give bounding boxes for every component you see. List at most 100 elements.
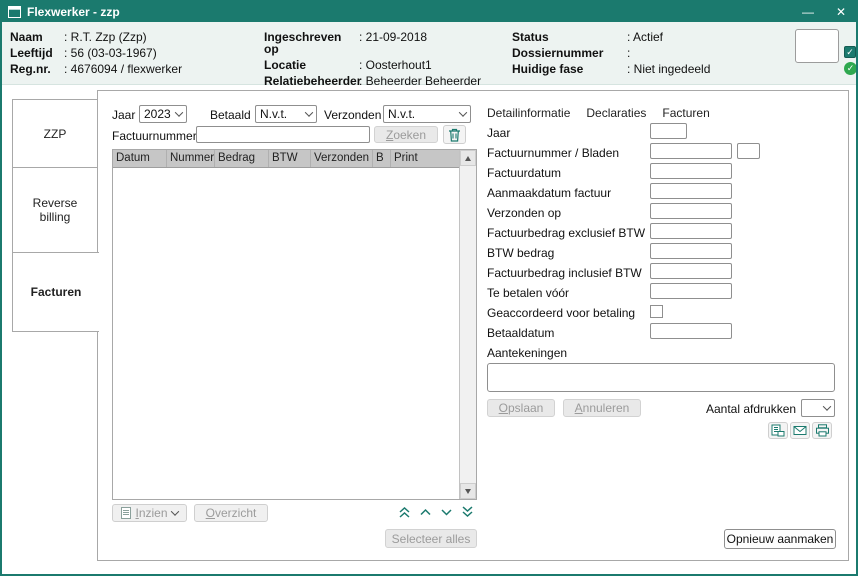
photo-placeholder: [795, 29, 839, 63]
overzicht-button[interactable]: Overzicht: [194, 504, 268, 522]
table-body[interactable]: [113, 168, 459, 499]
status-label: Status: [512, 31, 627, 43]
leeftijd-value: : 56 (03-03-1967): [64, 47, 157, 59]
betaald-select[interactable]: N.v.t.: [255, 105, 317, 123]
bedrag-excl-input[interactable]: [650, 223, 732, 239]
field-label-bedrag-excl: Factuurbedrag exclusief BTW: [487, 226, 645, 240]
next-record-button[interactable]: [440, 505, 453, 519]
header-column-1: Naam: R.T. Zzp (Zzp) Leeftijd: 56 (03-03…: [10, 31, 182, 75]
verzonden-filter-label: Verzonden: [324, 108, 381, 122]
aantal-afdrukken-select[interactable]: [801, 399, 835, 417]
email-button[interactable]: [790, 422, 810, 439]
delete-button[interactable]: [443, 125, 466, 144]
aantekeningen-textarea[interactable]: [487, 363, 835, 392]
field-label-verzonden-op: Verzonden op: [487, 206, 561, 220]
column-print[interactable]: Print: [391, 150, 459, 167]
printer-icon: [815, 424, 830, 437]
table-scrollbar[interactable]: [459, 150, 476, 499]
jaar-select[interactable]: 2023: [139, 105, 187, 123]
tab-facturen[interactable]: Facturen: [12, 252, 99, 332]
header-column-3: Status: Actief Dossiernummer: Huidige fa…: [512, 31, 710, 75]
opnieuw-aanmaken-button[interactable]: Opnieuw aanmaken: [724, 529, 836, 549]
opslaan-label: Opslaan: [499, 401, 544, 415]
tab-zzp[interactable]: ZZP: [12, 99, 98, 168]
column-verzonden[interactable]: Verzonden: [311, 150, 373, 167]
selecteer-alles-label: Selecteer alles: [392, 532, 471, 546]
column-datum[interactable]: Datum: [113, 150, 167, 167]
verzonden-select-value: N.v.t.: [388, 107, 415, 121]
jaar-input[interactable]: [650, 123, 687, 139]
field-label-geaccordeerd: Geaccordeerd voor betaling: [487, 306, 635, 320]
scroll-down-button[interactable]: [460, 483, 476, 499]
field-label-te-betalen-voor: Te betalen vóór: [487, 286, 569, 300]
triangle-up-icon: [465, 156, 471, 161]
relatiebeheerder-label: Relatiebeheerder: [264, 75, 359, 87]
column-btw[interactable]: BTW: [269, 150, 311, 167]
print-document-button[interactable]: [768, 422, 788, 439]
chevron-down-icon: [305, 108, 313, 116]
annuleren-button[interactable]: Annuleren: [563, 399, 641, 417]
factuurnummer-input[interactable]: [650, 143, 732, 159]
factuurnummer-search-input[interactable]: [196, 126, 370, 143]
naam-label: Naam: [10, 31, 64, 43]
factuurnummer-filter-label: Factuurnummer: [112, 129, 197, 143]
inzien-label: Inzien: [135, 506, 167, 520]
tab-reverse-billing[interactable]: Reverse billing: [12, 167, 98, 253]
bladen-input[interactable]: [737, 143, 760, 159]
betaaldatum-input[interactable]: [650, 323, 732, 339]
header-row: Ingeschreven op: 21-09-2018: [264, 31, 481, 55]
tab-declaraties[interactable]: Declaraties: [586, 106, 646, 120]
betaald-filter-label: Betaald: [210, 108, 251, 122]
field-label-aantekeningen: Aantekeningen: [487, 346, 567, 360]
column-nummer[interactable]: Nummer: [167, 150, 215, 167]
field-label-factuurdatum: Factuurdatum: [487, 166, 561, 180]
tab-facturen-detail[interactable]: Facturen: [662, 106, 709, 120]
document-icon: [121, 507, 131, 519]
minimize-button[interactable]: —: [802, 6, 814, 18]
last-record-button[interactable]: [461, 505, 474, 519]
huidige-fase-value: : Niet ingedeeld: [627, 63, 710, 75]
factuurdatum-input[interactable]: [650, 163, 732, 179]
first-record-button[interactable]: [398, 505, 411, 519]
opslaan-button[interactable]: Opslaan: [487, 399, 555, 417]
column-b[interactable]: B: [373, 150, 391, 167]
header-row: Reg.nr.: 4676094 / flexwerker: [10, 63, 182, 75]
te-betalen-voor-input[interactable]: [650, 283, 732, 299]
scroll-up-button[interactable]: [460, 150, 476, 166]
inzien-button[interactable]: Inzien: [112, 504, 187, 522]
jaar-select-value: 2023: [144, 107, 171, 121]
app-window: Flexwerker - zzp — ✕ Naam: R.T. Zzp (Zzp…: [0, 0, 858, 576]
opnieuw-aanmaken-label: Opnieuw aanmaken: [727, 532, 834, 546]
header-checkbox[interactable]: ✓: [844, 46, 856, 58]
field-label-betaaldatum: Betaaldatum: [487, 326, 554, 340]
verzonden-op-input[interactable]: [650, 203, 732, 219]
overzicht-label: Overzicht: [206, 506, 257, 520]
selecteer-alles-button[interactable]: Selecteer alles: [385, 529, 477, 548]
tab-zzp-label: ZZP: [44, 127, 67, 141]
tab-detailinformatie[interactable]: Detailinformatie: [487, 106, 570, 120]
chevron-down-icon: [175, 108, 183, 116]
previous-record-button[interactable]: [419, 505, 432, 519]
dossiernummer-label: Dossiernummer: [512, 47, 627, 59]
person-header: Naam: R.T. Zzp (Zzp) Leeftijd: 56 (03-03…: [2, 22, 856, 85]
chevron-down-nav-icon: [440, 505, 453, 519]
btw-bedrag-input[interactable]: [650, 243, 732, 259]
detail-tabs: Detailinformatie Declaraties Facturen: [487, 106, 710, 120]
double-chevron-up-icon: [398, 505, 411, 519]
header-row: Leeftijd: 56 (03-03-1967): [10, 47, 182, 59]
double-chevron-down-icon: [461, 505, 474, 519]
locatie-label: Locatie: [264, 59, 359, 71]
invoices-table: Datum Nummer Bedrag BTW Verzonden B Prin…: [112, 149, 477, 500]
relatiebeheerder-value: : Beheerder Beheerder: [359, 75, 481, 87]
aanmaakdatum-input[interactable]: [650, 183, 732, 199]
close-button[interactable]: ✕: [836, 6, 846, 18]
printer-button[interactable]: [812, 422, 832, 439]
zoeken-button[interactable]: Zoeken: [374, 126, 438, 143]
window-title: Flexwerker - zzp: [27, 5, 120, 19]
geaccordeerd-checkbox[interactable]: [650, 305, 663, 318]
bedrag-incl-input[interactable]: [650, 263, 732, 279]
annuleren-label: Annuleren: [575, 401, 630, 415]
column-bedrag[interactable]: Bedrag: [215, 150, 269, 167]
verzonden-select[interactable]: N.v.t.: [383, 105, 471, 123]
header-row: Locatie: Oosterhout1: [264, 59, 481, 71]
